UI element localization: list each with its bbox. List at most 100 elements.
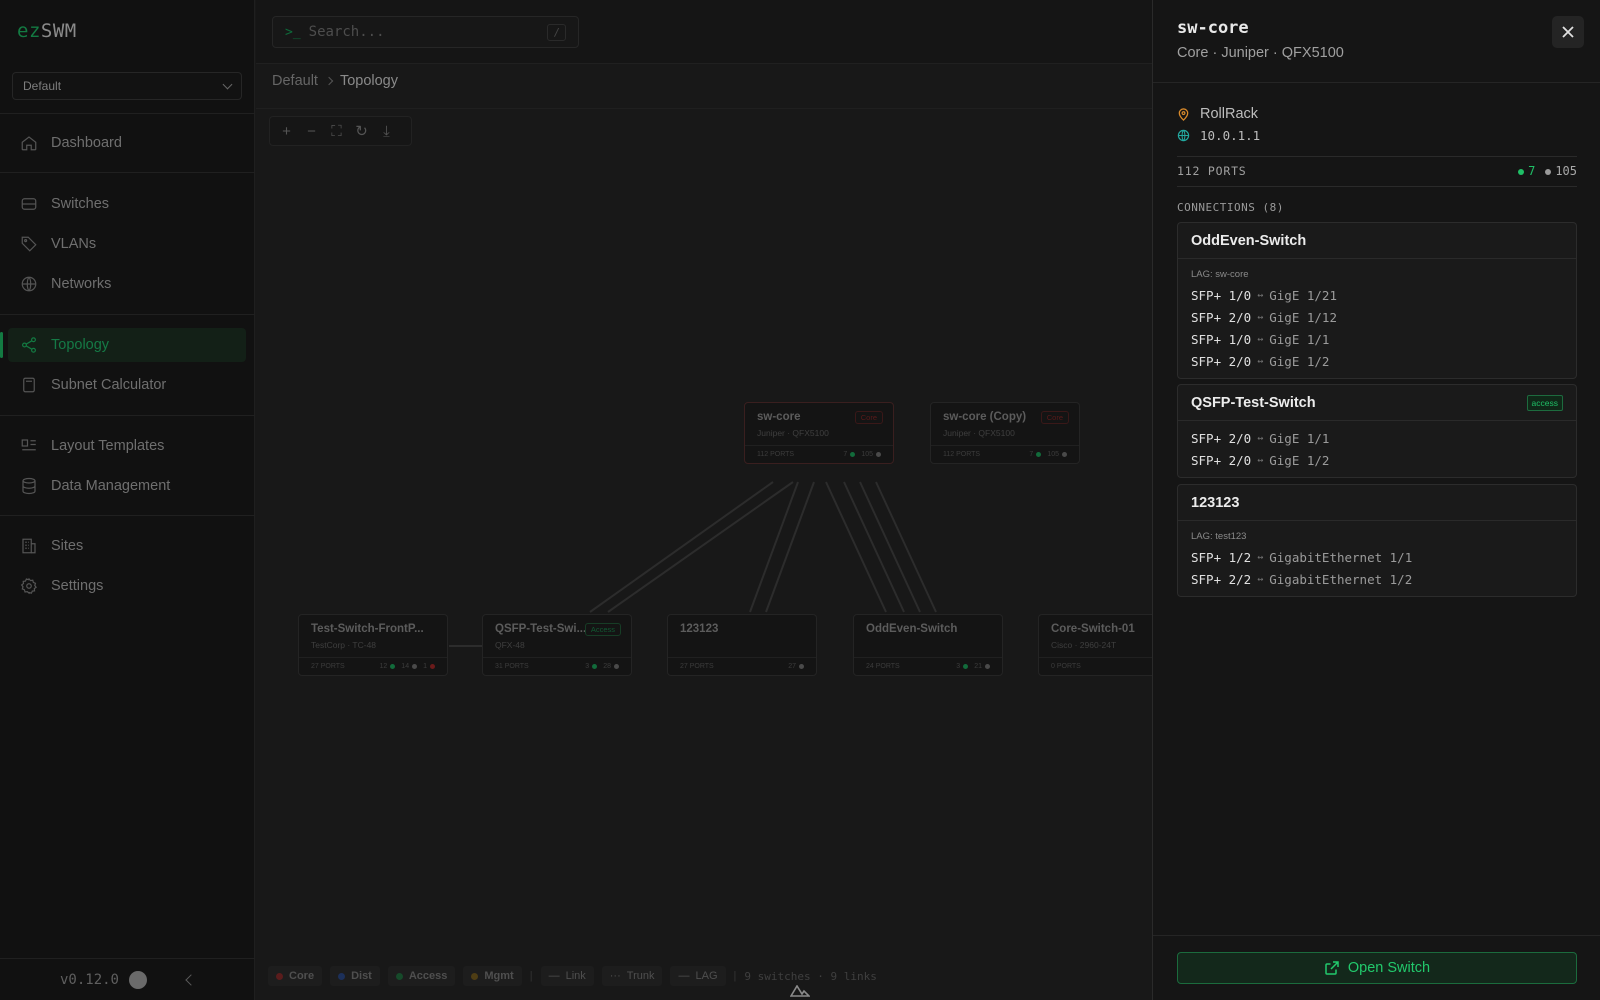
share-icon (22, 337, 36, 353)
nav-dashboard[interactable]: Dashboard (8, 126, 246, 160)
close-button[interactable] (1552, 16, 1584, 48)
topbar: >_ Search... / (256, 0, 1152, 64)
legend-link[interactable]: — Link (540, 966, 594, 986)
connection-card[interactable]: OddEven-Switch LAG: sw-core SFP+ 1/0 ↔ Gig… (1177, 222, 1577, 379)
sidebar-footer: v0.12.0 (0, 958, 255, 1000)
open-switch-button[interactable]: Open Switch (1177, 952, 1577, 984)
location-row: RollRack (1177, 106, 1258, 122)
topology-node[interactable]: sw-core (Copy) Core Juniper · QFX5100 11… (930, 402, 1080, 464)
status-dot (390, 663, 396, 669)
topology-node[interactable]: sw-core Core Juniper · QFX5100 112 PORTS… (744, 402, 894, 464)
divider (0, 172, 255, 173)
bidirectional-arrow-icon: ↔ (1257, 573, 1264, 585)
local-port: SFP+ 2/0 (1191, 353, 1252, 369)
legend-label: LAG (695, 970, 718, 982)
external-link-icon (1325, 961, 1339, 975)
globe-icon (21, 276, 37, 292)
topology-node[interactable]: Test-Switch-FrontP... TestCorp · TC-48 2… (298, 614, 448, 676)
port-mapping-row: SFP+ 2/2 ↔ GigabitEthernet 1/2 (1191, 568, 1563, 590)
workspace-value: Default (23, 79, 62, 93)
remote-port: GigE 1/1 (1269, 430, 1330, 446)
location-value: RollRack (1200, 106, 1259, 122)
nav-layout-templates[interactable]: Layout Templates (8, 429, 246, 463)
node-name: Core-Switch-01 (1051, 623, 1135, 635)
nav-label: Layout Templates (51, 438, 165, 454)
connection-card[interactable]: 123123 LAG: test123 SFP+ 1/2 ↔ GigabitEthe… (1177, 484, 1577, 597)
close-icon (1562, 26, 1574, 38)
node-footer: 112 PORTS 7 105 (931, 445, 1079, 463)
status-dot (614, 663, 619, 669)
port-down-count: 105 (861, 451, 873, 458)
legend-access[interactable]: Access (387, 966, 456, 986)
nav-data-management[interactable]: Data Management (8, 469, 246, 503)
link-line (825, 481, 887, 613)
port-mapping-row: SFP+ 2/0 ↔ GigE 1/2 (1191, 449, 1563, 471)
legend-core[interactable]: Core (268, 966, 323, 986)
download-icon[interactable]: ⤓ (378, 123, 395, 140)
local-port: SFP+ 1/0 (1191, 287, 1252, 303)
workspace-select[interactable]: Default (12, 72, 242, 100)
remote-port: GigabitEthernet 1/2 (1269, 571, 1413, 587)
link-line (859, 481, 921, 613)
legend-label: Core (289, 970, 315, 982)
node-port-count: 24 PORTS (866, 663, 900, 670)
local-port: SFP+ 1/0 (1191, 331, 1252, 347)
status-dot (412, 663, 418, 669)
topology-node[interactable]: OddEven-Switch 24 PORTS 3 21 (853, 614, 1003, 676)
refresh-icon[interactable]: ↻ (353, 122, 370, 140)
nav-switches[interactable]: Switches (8, 187, 246, 221)
calculator-icon (23, 377, 35, 393)
legend-dist[interactable]: Dist (330, 966, 380, 986)
breadcrumb-root[interactable]: Default (272, 73, 318, 89)
node-model: QFX-48 (495, 640, 525, 650)
home-icon (21, 136, 37, 151)
bidirectional-arrow-icon: ↔ (1257, 311, 1264, 323)
brand-logo[interactable]: ezSWM (17, 20, 77, 42)
link-line (875, 481, 937, 613)
nav-subnet-calculator[interactable]: Subnet Calculator (8, 368, 246, 402)
nav-sites[interactable]: Sites (8, 529, 246, 563)
fit-view-icon[interactable]: ⛶ (328, 123, 345, 140)
legend-lag[interactable]: — LAG (670, 966, 726, 986)
ip-value: 10.0.1.1 (1200, 128, 1261, 143)
github-icon[interactable] (129, 970, 147, 989)
port-down-count: 14 (401, 663, 410, 670)
status-dot (1036, 451, 1042, 457)
mgmt-color-dot (471, 972, 479, 980)
topology-node[interactable]: QSFP-Test-Swi... Access QFX-48 31 PORTS … (482, 614, 632, 676)
local-port: SFP+ 2/0 (1191, 452, 1252, 468)
collapse-sidebar-icon[interactable] (185, 973, 197, 986)
search-input[interactable]: >_ Search... / (272, 16, 579, 48)
nav-label: Dashboard (51, 135, 122, 151)
nav-settings[interactable]: Settings (8, 569, 246, 603)
connection-card[interactable]: QSFP-Test-Switch access SFP+ 2/0 ↔ GigE 1/… (1177, 384, 1577, 478)
nav-networks[interactable]: Networks (8, 267, 246, 301)
open-switch-label: Open Switch (1347, 960, 1431, 976)
zoom-out-icon[interactable]: − (303, 123, 320, 140)
bidirectional-arrow-icon: ↔ (1257, 289, 1264, 301)
legend-trunk[interactable]: ··· Trunk (601, 966, 663, 986)
role-badge: Core (1040, 411, 1069, 424)
node-port-count: 27 PORTS (311, 663, 345, 670)
zoom-in-icon[interactable]: + (278, 123, 295, 140)
divider (256, 108, 1152, 109)
port-up-count: 3 (585, 663, 590, 670)
nav-vlans[interactable]: VLANs (8, 227, 246, 261)
remote-port: GigE 1/12 (1269, 309, 1337, 325)
topology-canvas[interactable]: sw-core Core Juniper · QFX5100 112 PORTS… (256, 150, 1152, 950)
node-model: TestCorp · TC-48 (311, 640, 377, 650)
node-name: QSFP-Test-Swi... (495, 623, 587, 635)
legend-mgmt[interactable]: Mgmt (463, 966, 522, 986)
bidirectional-arrow-icon: ↔ (1257, 551, 1264, 563)
nuxt-logo-icon[interactable] (790, 985, 810, 997)
ports-up-count: 7 (1528, 164, 1536, 178)
topology-node[interactable]: 123123 27 PORTS 27 (667, 614, 817, 676)
connections-title: CONNECTIONS (8) (1177, 201, 1284, 214)
ports-down: 105 (1545, 164, 1577, 178)
node-name: Test-Switch-FrontP... (311, 623, 424, 635)
topology-node[interactable]: Core-Switch-01 Cisco · 2960-24T 0 PORTS (1038, 614, 1152, 676)
nav-topology[interactable]: Topology (0, 328, 246, 362)
port-up-count: 3 (956, 663, 961, 670)
ports-up: 7 (1518, 164, 1535, 178)
search-placeholder: Search... (308, 24, 385, 40)
